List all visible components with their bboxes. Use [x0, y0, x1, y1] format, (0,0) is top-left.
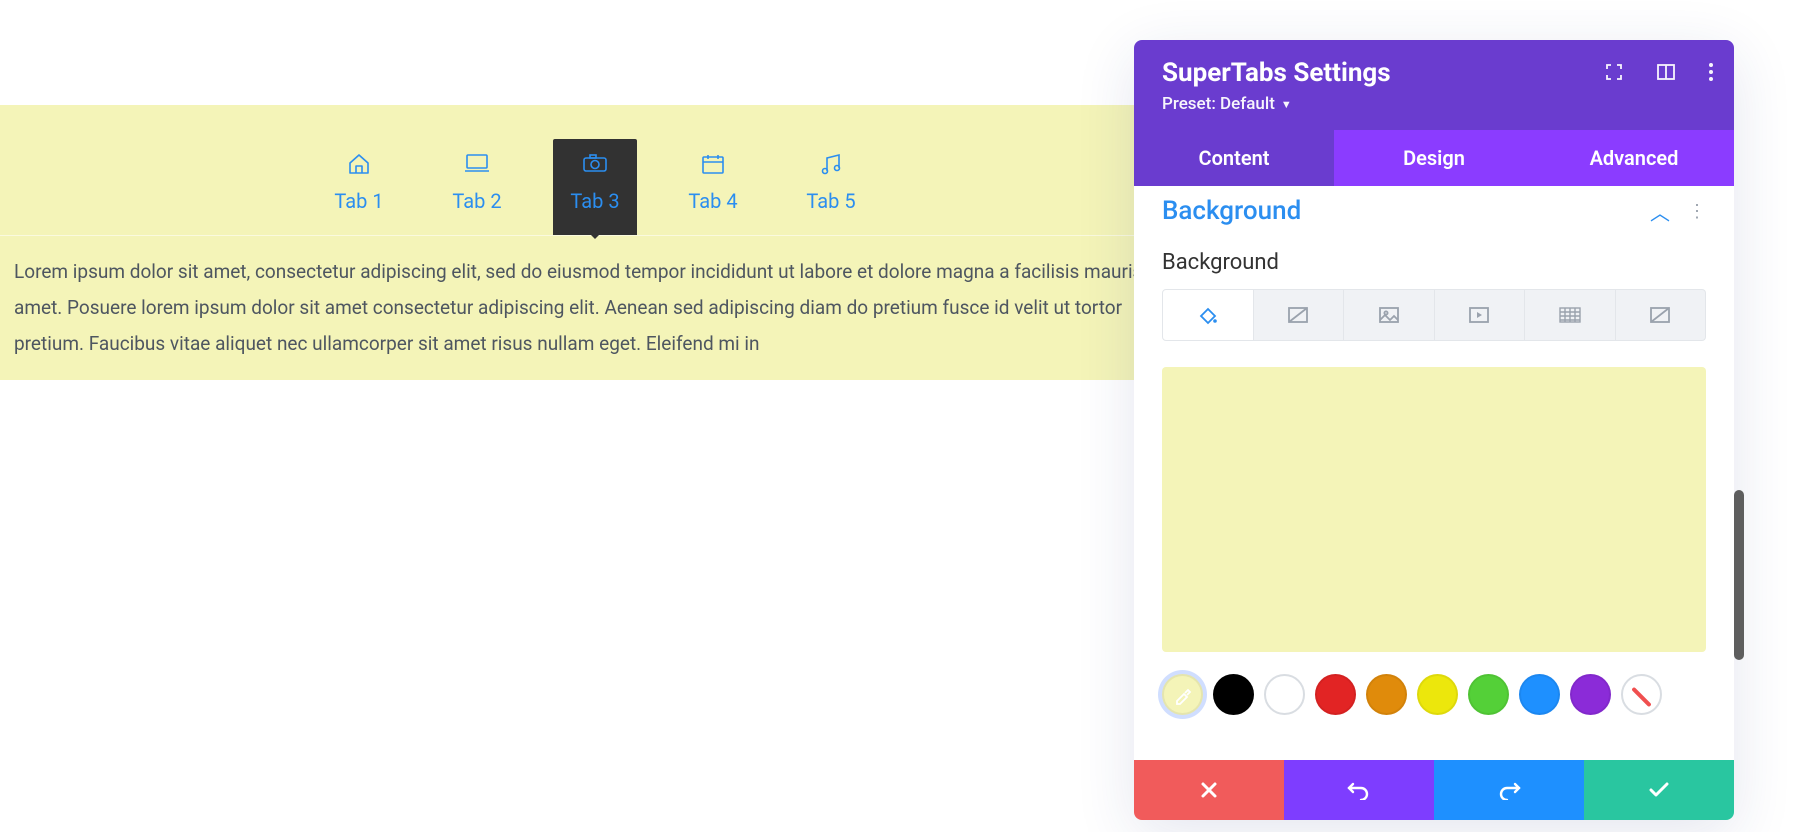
tab-nav: Tab 1 Tab 2 Tab 3 Tab 4: [0, 105, 1190, 235]
color-swatches: [1162, 674, 1706, 715]
preset-selector[interactable]: Preset: Default ▼: [1162, 94, 1292, 114]
tab-label: Tab 2: [452, 189, 501, 213]
bg-tab-gradient[interactable]: [1254, 289, 1345, 341]
section-header[interactable]: Background ︿ ⋮: [1162, 186, 1706, 232]
background-type-tabs: [1162, 289, 1706, 341]
panel-header-actions: [1604, 62, 1714, 82]
panel-header: SuperTabs Settings Preset: Default ▼: [1134, 40, 1734, 130]
panel-footer: [1134, 760, 1734, 820]
close-icon: [1199, 780, 1219, 800]
color-preview[interactable]: [1162, 367, 1706, 652]
swatch-red[interactable]: [1315, 674, 1356, 715]
tab-3[interactable]: Tab 3: [553, 139, 637, 235]
bg-tab-video[interactable]: [1435, 289, 1526, 341]
panel-tabs: Content Design Advanced: [1134, 130, 1734, 186]
check-icon: [1648, 781, 1670, 799]
columns-icon[interactable]: [1656, 62, 1676, 82]
bg-tab-mask[interactable]: [1616, 289, 1707, 341]
bg-tab-image[interactable]: [1344, 289, 1435, 341]
redo-button[interactable]: [1434, 760, 1584, 820]
swatch-white[interactable]: [1264, 674, 1305, 715]
tab-label: Tab 5: [806, 189, 855, 213]
tab-advanced[interactable]: Advanced: [1534, 130, 1734, 186]
tab-4[interactable]: Tab 4: [671, 139, 755, 235]
pattern-icon: [1559, 307, 1581, 323]
expand-icon[interactable]: [1604, 62, 1624, 82]
panel-body[interactable]: Background ︿ ⋮ Background: [1134, 186, 1734, 760]
laptop-icon: [435, 153, 519, 179]
video-icon: [1468, 306, 1490, 324]
settings-panel: SuperTabs Settings Preset: Default ▼ Con…: [1134, 40, 1734, 820]
tab-label: Tab 1: [334, 189, 383, 213]
image-icon: [1378, 306, 1400, 324]
paint-bucket-icon: [1197, 304, 1219, 326]
preset-label: Preset: Default: [1162, 94, 1275, 114]
section-title: Background: [1162, 196, 1301, 226]
tab-content-settings[interactable]: Content: [1134, 130, 1334, 186]
tabs-row: Tab 1 Tab 2 Tab 3 Tab 4: [317, 139, 873, 235]
undo-icon: [1347, 780, 1371, 800]
tab-design[interactable]: Design: [1334, 130, 1534, 186]
kebab-menu-icon[interactable]: ⋮: [1688, 201, 1706, 222]
swatch-green[interactable]: [1468, 674, 1509, 715]
tab-1[interactable]: Tab 1: [317, 139, 401, 235]
swatch-yellow[interactable]: [1417, 674, 1458, 715]
home-icon: [317, 153, 401, 179]
tab-label: Tab 3: [570, 189, 619, 213]
tab-content: Lorem ipsum dolor sit amet, consectetur …: [0, 235, 1190, 380]
swatch-blue[interactable]: [1519, 674, 1560, 715]
confirm-button[interactable]: [1584, 760, 1734, 820]
scrollbar-thumb[interactable]: [1734, 490, 1744, 660]
music-icon: [789, 153, 873, 179]
tab-label: Tab 4: [688, 189, 737, 213]
bg-tab-pattern[interactable]: [1525, 289, 1616, 341]
tabs-preview: Tab 1 Tab 2 Tab 3 Tab 4: [0, 0, 1190, 380]
tab-2[interactable]: Tab 2: [435, 139, 519, 235]
swatch-orange[interactable]: [1366, 674, 1407, 715]
tab-5[interactable]: Tab 5: [789, 139, 873, 235]
swatch-transparent[interactable]: [1621, 674, 1662, 715]
redo-icon: [1497, 780, 1521, 800]
chevron-up-icon[interactable]: ︿: [1650, 197, 1670, 226]
swatch-purple[interactable]: [1570, 674, 1611, 715]
swatch-black[interactable]: [1213, 674, 1254, 715]
bg-tab-color[interactable]: [1162, 289, 1254, 341]
cancel-button[interactable]: [1134, 760, 1284, 820]
gradient-icon: [1287, 306, 1309, 324]
field-label: Background: [1162, 250, 1706, 275]
caret-down-icon: ▼: [1281, 98, 1292, 111]
swatch-eyedropper[interactable]: [1162, 674, 1203, 715]
calendar-icon: [671, 153, 755, 179]
mask-icon: [1649, 306, 1671, 324]
undo-button[interactable]: [1284, 760, 1434, 820]
kebab-menu-icon[interactable]: [1708, 62, 1714, 82]
camera-icon: [553, 153, 637, 179]
